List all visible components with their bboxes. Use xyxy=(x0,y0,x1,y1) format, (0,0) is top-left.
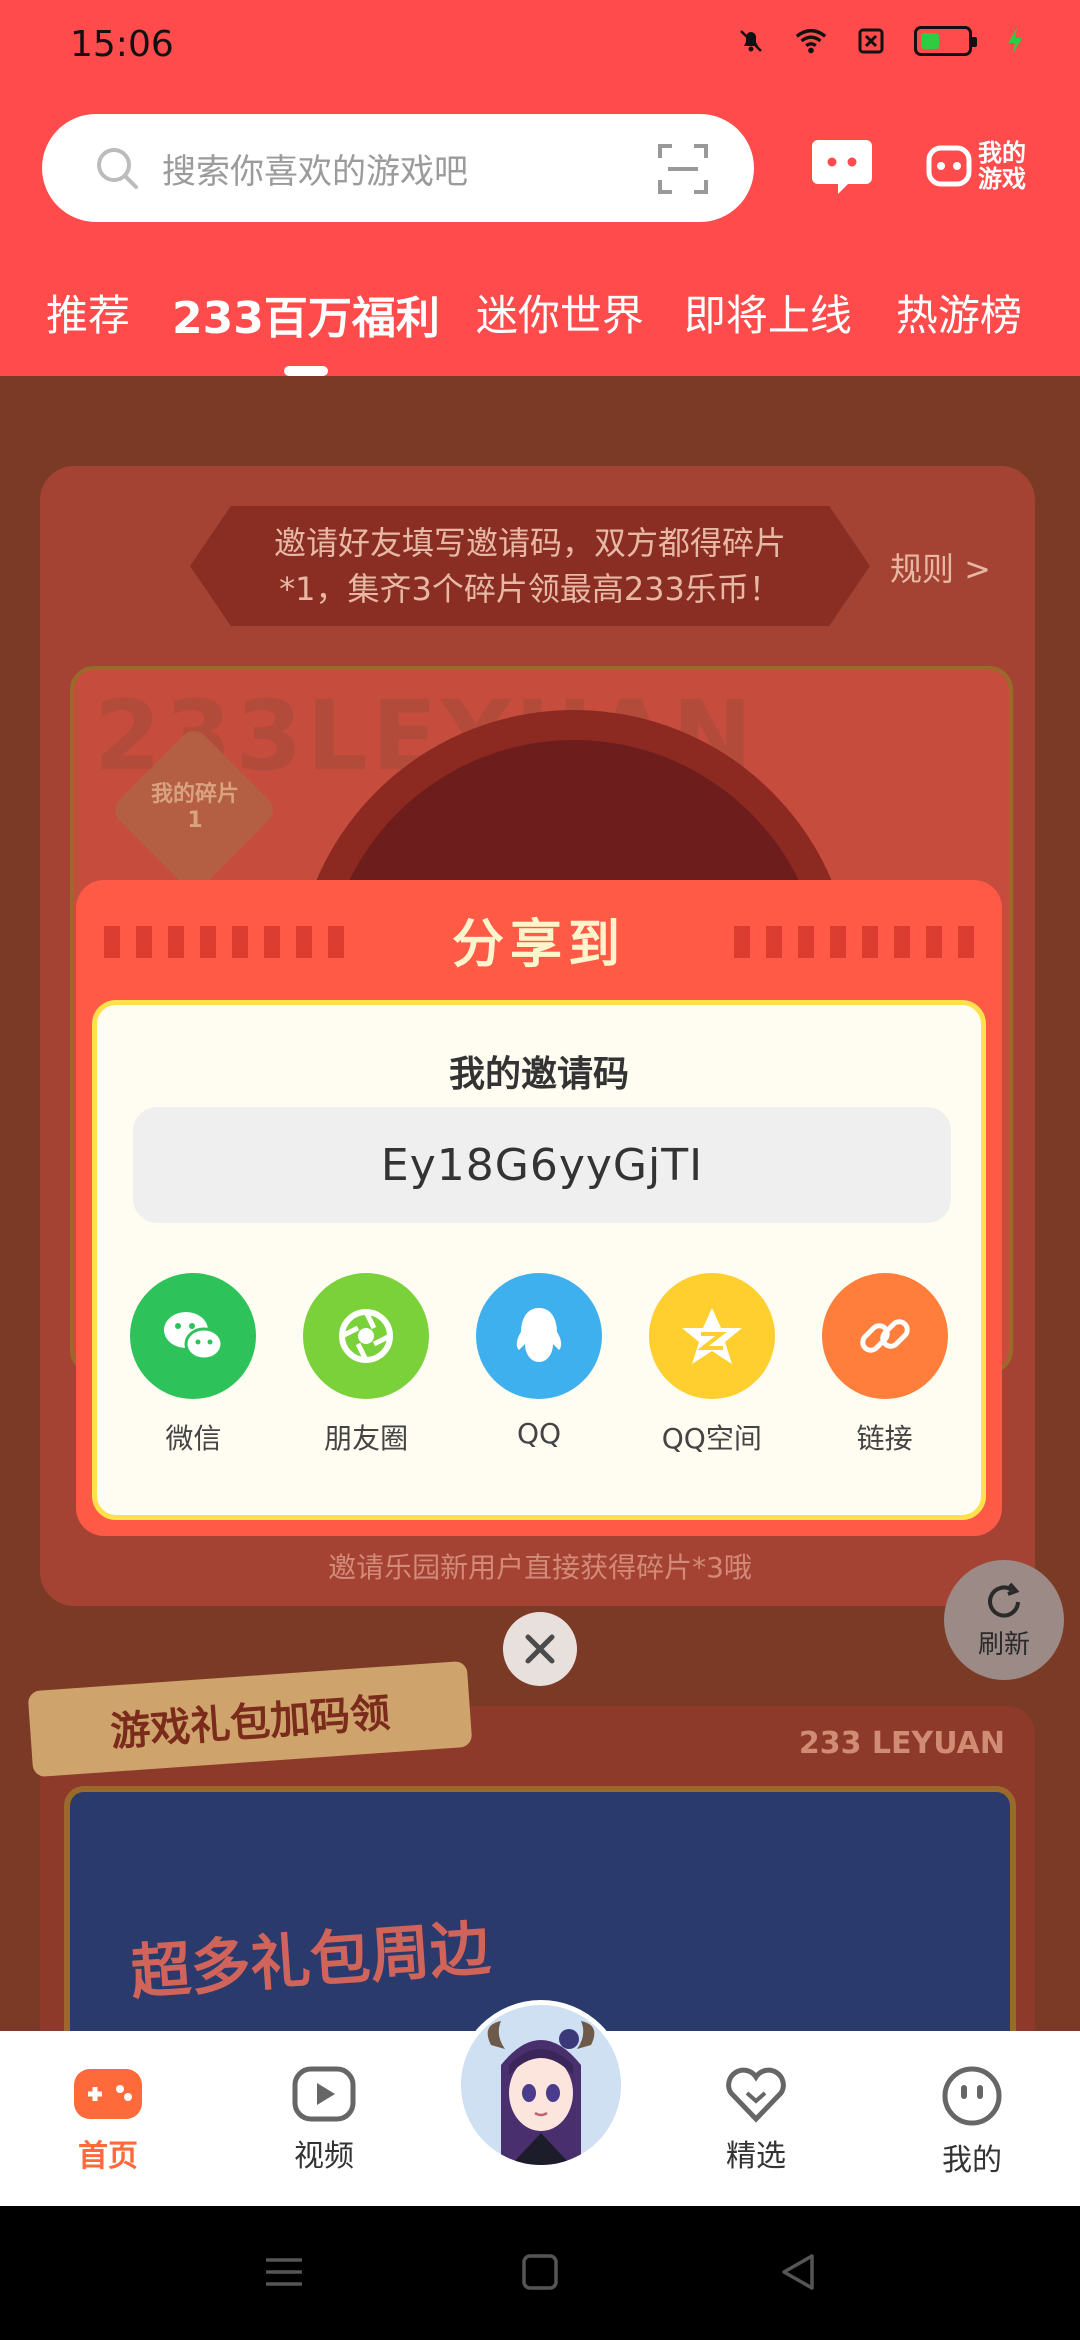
battery-icon xyxy=(914,26,977,56)
nav-home-label: 首页 xyxy=(78,2139,138,2174)
gift-pack-section: 游戏礼包加码领 233 LEYUAN 超多礼包周边 xyxy=(27,1660,1035,2031)
share-option-label: 链接 xyxy=(856,1422,913,1455)
gamepad-icon xyxy=(926,145,972,187)
invite-banner-line1: 邀请好友填写邀请码，双方都得碎片 xyxy=(273,524,786,562)
nav-video[interactable]: 视频 xyxy=(254,2065,394,2175)
invite-banner-line2: *1，集齐3个碎片领最高233乐币！ xyxy=(279,570,781,608)
no-sim-icon xyxy=(854,24,888,58)
profile-face-icon xyxy=(942,2066,1002,2126)
nav-featured[interactable]: 精选 xyxy=(686,2065,826,2175)
tab-hot-games[interactable]: 热游榜 xyxy=(896,282,1022,343)
share-dialog-title: 分享到 xyxy=(451,915,626,975)
tab-233-welfare[interactable]: 233百万福利 xyxy=(172,282,440,376)
close-share-dialog-button[interactable] xyxy=(503,1612,577,1686)
refresh-label: 刷新 xyxy=(977,1629,1030,1660)
qq-icon xyxy=(475,1273,602,1399)
tab-recommend[interactable]: 推荐 xyxy=(46,282,130,343)
share-option-wechat[interactable]: 微信 xyxy=(123,1273,263,1457)
avatar xyxy=(461,2005,621,2165)
nav-video-label: 视频 xyxy=(294,2139,354,2174)
leyuan-label: 233 LEYUAN xyxy=(798,1726,1005,1761)
qzone-icon xyxy=(648,1273,775,1399)
heart-badge-icon xyxy=(726,2067,786,2123)
status-icons xyxy=(734,24,1032,58)
video-play-icon xyxy=(292,2066,356,2122)
back-triangle-icon[interactable] xyxy=(776,2250,820,2294)
link-icon xyxy=(821,1273,948,1399)
charging-bolt-icon xyxy=(998,24,1032,58)
nav-home[interactable]: 首页 xyxy=(38,2065,178,2175)
nav-profile[interactable]: 我的 xyxy=(902,2065,1042,2179)
shard-label: 我的碎片 xyxy=(150,782,239,807)
menu-icon[interactable] xyxy=(262,2250,306,2294)
gift-poster-text: 超多礼包周边 xyxy=(128,1913,493,2009)
header: 搜索你喜欢的游戏吧 我的 游戏 推荐 233百万福利 迷你世界 即将上线 热游榜 xyxy=(0,96,1080,376)
home-square-icon[interactable] xyxy=(518,2250,562,2294)
share-option-moments[interactable]: 朋友圈 xyxy=(296,1273,436,1457)
tab-233-welfare-label: 233百万福利 xyxy=(172,293,440,344)
share-option-link[interactable]: 链接 xyxy=(815,1273,955,1457)
share-option-label: QQ空间 xyxy=(661,1422,762,1455)
share-dialog-body: 我的邀请码 Ey18G6yyGjTI 微信 朋友圈 QQ QQ空间 链接 xyxy=(92,1000,986,1520)
top-tabs: 推荐 233百万福利 迷你世界 即将上线 热游榜 xyxy=(0,272,1080,376)
gift-poster[interactable]: 超多礼包周边 xyxy=(64,1786,1016,2031)
status-bar: 15:06 xyxy=(0,0,1080,96)
wechat-icon xyxy=(130,1273,257,1399)
tab-mini-world[interactable]: 迷你世界 xyxy=(476,282,644,343)
search-input[interactable]: 搜索你喜欢的游戏吧 xyxy=(42,114,754,222)
system-navigation-bar xyxy=(0,2206,1080,2340)
my-games-label: 我的 游戏 xyxy=(978,139,1026,193)
share-option-qq[interactable]: QQ xyxy=(469,1273,609,1457)
share-option-qzone[interactable]: QQ空间 xyxy=(642,1273,782,1457)
invite-bonus-note: 邀请乐园新用户直接获得碎片*3哦 xyxy=(328,1551,752,1584)
search-placeholder: 搜索你喜欢的游戏吧 xyxy=(162,151,468,192)
nav-profile-label: 我的 xyxy=(942,2143,1002,2178)
tab-active-indicator xyxy=(283,366,328,376)
center-avatar-button[interactable] xyxy=(456,2000,626,2170)
shard-badge-text: 我的碎片 1 xyxy=(140,776,250,833)
tab-coming-soon[interactable]: 即将上线 xyxy=(684,282,852,343)
wifi-icon xyxy=(794,24,828,58)
share-option-label: 微信 xyxy=(165,1422,222,1455)
invite-banner: 邀请好友填写邀请码，双方都得碎片 *1，集齐3个碎片领最高233乐币！ xyxy=(190,506,870,626)
rules-link[interactable]: 规则 > xyxy=(890,544,991,590)
gift-section-title: 游戏礼包加码领 xyxy=(109,1690,392,1756)
message-icon[interactable] xyxy=(808,132,876,200)
gift-section-tag: 游戏礼包加码领 xyxy=(27,1660,473,1778)
home-gamepad-icon xyxy=(74,2069,142,2119)
share-options: 微信 朋友圈 QQ QQ空间 链接 xyxy=(97,1273,981,1457)
mute-bell-icon xyxy=(734,24,768,58)
my-games-button[interactable]: 我的 游戏 xyxy=(926,130,1036,202)
share-option-label: 朋友圈 xyxy=(324,1422,409,1455)
scan-icon[interactable] xyxy=(656,142,710,196)
shard-count: 1 xyxy=(187,808,203,833)
status-time: 15:06 xyxy=(70,24,174,65)
invite-code-field[interactable]: Ey18G6yyGjTI xyxy=(133,1107,951,1223)
moments-icon xyxy=(303,1273,430,1399)
refresh-button[interactable]: 刷新 xyxy=(944,1560,1064,1680)
refresh-icon xyxy=(988,1582,1020,1617)
close-icon xyxy=(525,1634,555,1664)
share-dialog: 分享到 我的邀请码 Ey18G6yyGjTI 微信 朋友圈 QQ QQ空间 链接 xyxy=(76,880,1002,1536)
search-icon xyxy=(97,148,138,189)
invite-code-label: 我的邀请码 xyxy=(448,1054,629,1095)
nav-featured-label: 精选 xyxy=(726,2139,786,2174)
share-option-label: QQ xyxy=(516,1417,562,1450)
